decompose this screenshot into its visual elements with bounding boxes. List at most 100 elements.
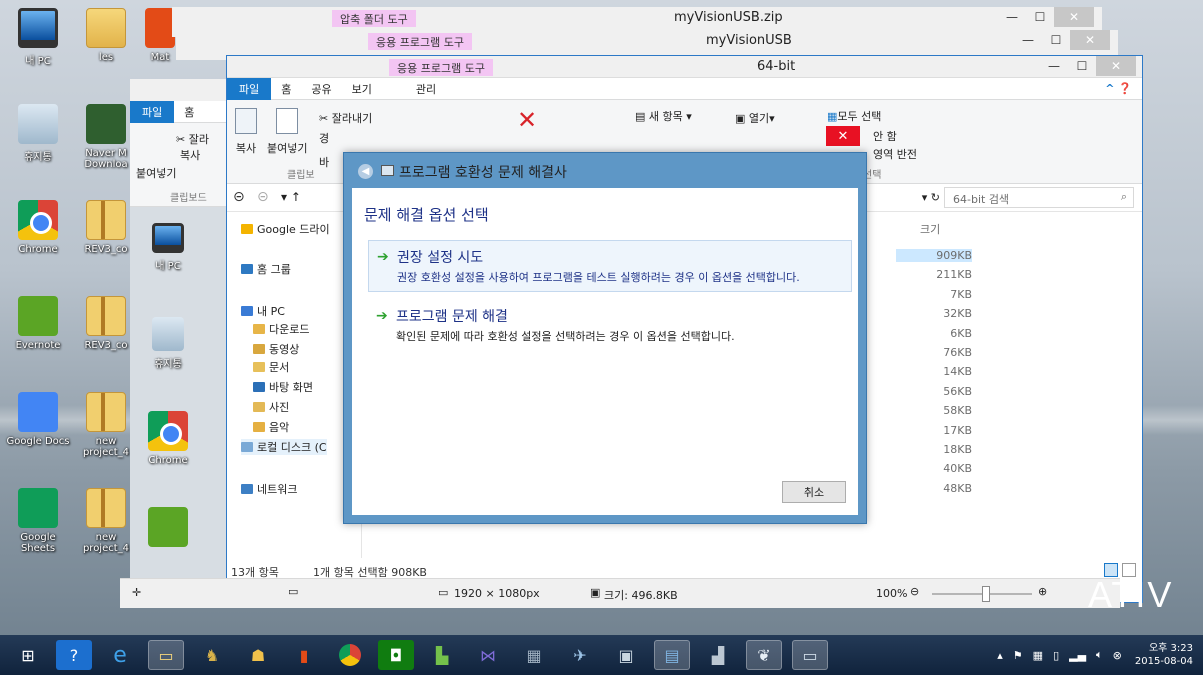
tab-home[interactable]: 홈: [174, 104, 204, 120]
tree-item[interactable]: 다운로드: [253, 321, 309, 337]
up-arrow-icon[interactable]: ▾ ↑: [281, 190, 301, 204]
tree-item[interactable]: 내 PC: [241, 303, 285, 319]
desktop-icon-rev3-a[interactable]: REV3_co: [74, 200, 138, 255]
tree-item[interactable]: 문서: [253, 359, 289, 375]
inner-icon-evernote[interactable]: [138, 507, 198, 551]
copy-button[interactable]: 복사: [180, 147, 200, 163]
tab-share[interactable]: 공유: [301, 81, 341, 97]
back-icon[interactable]: ◀: [358, 164, 373, 179]
notification-icon[interactable]: ⊗: [1113, 649, 1122, 662]
desktop-icon-new-project-a[interactable]: new project_4: [74, 392, 138, 458]
column-header-size[interactable]: 크기: [920, 221, 940, 237]
select-all-button[interactable]: ▦모두 선택: [827, 108, 881, 124]
close-icon[interactable]: ✕: [1096, 56, 1136, 76]
tab-view[interactable]: 보기: [342, 81, 382, 97]
help-icon[interactable]: ^ ❓: [1095, 82, 1142, 95]
desktop-icon-les[interactable]: les: [74, 8, 138, 63]
option-try-recommended[interactable]: ➔ 권장 설정 시도 권장 호환성 설정을 사용하여 프로그램을 테스트 실행하…: [368, 240, 852, 292]
zoom-out-icon[interactable]: ⊖: [910, 585, 919, 598]
tree-item[interactable]: 사진: [253, 399, 289, 415]
internet-explorer-icon[interactable]: e: [102, 640, 138, 670]
app-icon-3[interactable]: ▙: [424, 640, 460, 670]
maximize-icon[interactable]: ☐: [1068, 56, 1096, 76]
desktop-icon-rev3-b[interactable]: REV3_co: [74, 296, 138, 351]
troubleshooter-taskbar-icon[interactable]: ▭: [792, 640, 828, 670]
zoom-slider-thumb[interactable]: [982, 586, 990, 602]
file-explorer-icon[interactable]: ▭: [148, 640, 184, 670]
app-icon-4[interactable]: ⋈: [470, 640, 506, 670]
context-tab-zip[interactable]: 압축 폴더 도구: [332, 10, 416, 27]
store-icon[interactable]: ◘: [378, 640, 414, 670]
zoom-in-icon[interactable]: ⊕: [1038, 585, 1047, 598]
desktop-icon-google-sheets[interactable]: Google Sheets: [6, 488, 70, 554]
search-input[interactable]: 64-bit 검색 ⌕: [944, 187, 1134, 208]
clock[interactable]: 오후 3:23 2015-08-04: [1135, 642, 1193, 668]
forward-arrow-icon[interactable]: ⊝: [257, 189, 269, 205]
volume-icon[interactable]: 🔈︎: [1096, 648, 1103, 662]
paste-button[interactable]: 붙여넣기: [136, 165, 176, 181]
close-icon[interactable]: ✕: [1070, 30, 1110, 50]
start-button[interactable]: ⊞: [10, 640, 46, 670]
window-explorer-back[interactable]: 파일 홈 ✂ 잘라 복사 붙여넣기 클립보드 내 PC 휴지통 Chrome: [130, 79, 230, 579]
minimize-icon[interactable]: —: [998, 7, 1026, 27]
desktop-icon-recycle-bin[interactable]: 휴지통: [6, 104, 70, 163]
tree-item[interactable]: 로컬 디스크 (C: [241, 439, 327, 455]
desktop-icon-my-pc[interactable]: 내 PC: [6, 8, 70, 67]
cancel-button[interactable]: 취소: [782, 481, 846, 503]
tray-expand-icon[interactable]: ▴: [997, 649, 1003, 662]
desktop-icon-chrome[interactable]: Chrome: [6, 200, 70, 255]
app-icon-8[interactable]: ▟: [700, 640, 736, 670]
app-icon-1[interactable]: ♞: [194, 640, 230, 670]
tree-item[interactable]: 음악: [253, 419, 289, 435]
desktop-icon-evernote[interactable]: Evernote: [6, 296, 70, 351]
paste-shortcut-button[interactable]: 바: [319, 154, 329, 170]
tree-item[interactable]: 네트워크: [241, 481, 297, 497]
select-none-button[interactable]: 안 함: [873, 128, 897, 144]
context-tab-app-tools[interactable]: 응용 프로그램 도구: [389, 59, 493, 76]
app-icon-5[interactable]: ✈: [562, 640, 598, 670]
desktop-icon-google-docs[interactable]: Google Docs: [6, 392, 70, 447]
refresh-icon[interactable]: ▾ ↻: [922, 191, 940, 204]
app-icon-2[interactable]: ☗: [240, 640, 276, 670]
inner-icon-recycle[interactable]: 휴지통: [138, 317, 198, 370]
delete-icon[interactable]: ✕: [517, 106, 537, 134]
context-tab-usb[interactable]: 응용 프로그램 도구: [368, 33, 472, 50]
app-icon-9[interactable]: ❦: [746, 640, 782, 670]
dialog-close-button[interactable]: ✕: [826, 126, 860, 146]
copy-button[interactable]: 복사: [235, 108, 257, 156]
network-icon[interactable]: ▂▄: [1069, 649, 1086, 662]
chrome-taskbar-icon[interactable]: [332, 640, 368, 670]
copy-path-button[interactable]: 경: [319, 130, 329, 146]
close-icon[interactable]: ✕: [1054, 7, 1094, 27]
tab-file[interactable]: 파일: [130, 100, 175, 123]
desktop-icon-naver[interactable]: Naver M Downloa: [74, 104, 138, 170]
tray-app-icon[interactable]: ▦: [1033, 649, 1043, 662]
tree-item[interactable]: 바탕 화면: [253, 379, 313, 395]
desktop-icon-new-project-b[interactable]: new project_4: [74, 488, 138, 554]
inner-icon-my-pc[interactable]: 내 PC: [138, 223, 198, 272]
option-troubleshoot-program[interactable]: ➔ 프로그램 문제 해결 확인된 문제에 따라 호환성 설정을 선택하려는 경우…: [368, 300, 852, 350]
help-app-icon[interactable]: ?: [56, 640, 92, 670]
open-button[interactable]: ▣ 열기▾: [735, 110, 775, 126]
battery-icon[interactable]: ▯: [1053, 649, 1059, 662]
tab-manage[interactable]: 관리: [406, 81, 446, 97]
new-item-button[interactable]: ▤ 새 항목 ▾: [635, 108, 692, 124]
app-icon-7[interactable]: ▤: [654, 640, 690, 670]
tree-item[interactable]: 동영상: [253, 341, 299, 357]
maximize-icon[interactable]: ☐: [1026, 7, 1054, 27]
minimize-icon[interactable]: —: [1014, 30, 1042, 50]
cut-button[interactable]: ✂ 잘라: [176, 131, 209, 147]
inner-icon-chrome[interactable]: Chrome: [138, 411, 198, 466]
back-arrow-icon[interactable]: ⊝: [233, 189, 245, 205]
cut-button[interactable]: ✂ 잘라내기: [319, 110, 372, 126]
zoom-slider[interactable]: [932, 586, 1032, 602]
flag-icon[interactable]: ⚑: [1013, 649, 1023, 662]
move-icon[interactable]: ✛: [132, 586, 141, 599]
tab-home[interactable]: 홈: [271, 81, 301, 97]
paste-button[interactable]: 붙여넣기: [267, 108, 307, 156]
tree-item[interactable]: Google 드라이: [241, 221, 330, 237]
invert-selection-button[interactable]: 영역 반전: [873, 146, 917, 162]
maximize-icon[interactable]: ☐: [1042, 30, 1070, 50]
office-icon[interactable]: ▮: [286, 640, 322, 670]
app-icon-6[interactable]: ▣: [608, 640, 644, 670]
